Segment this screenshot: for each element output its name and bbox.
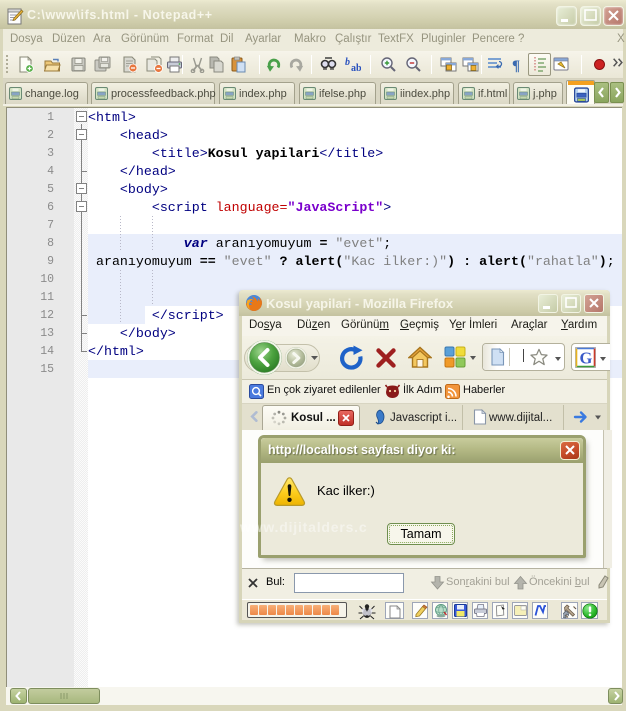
svg-text:G: G xyxy=(580,349,593,368)
svg-text:b: b xyxy=(345,57,350,68)
svg-text:ab: ab xyxy=(351,63,361,73)
svg-text:¶: ¶ xyxy=(512,58,520,73)
